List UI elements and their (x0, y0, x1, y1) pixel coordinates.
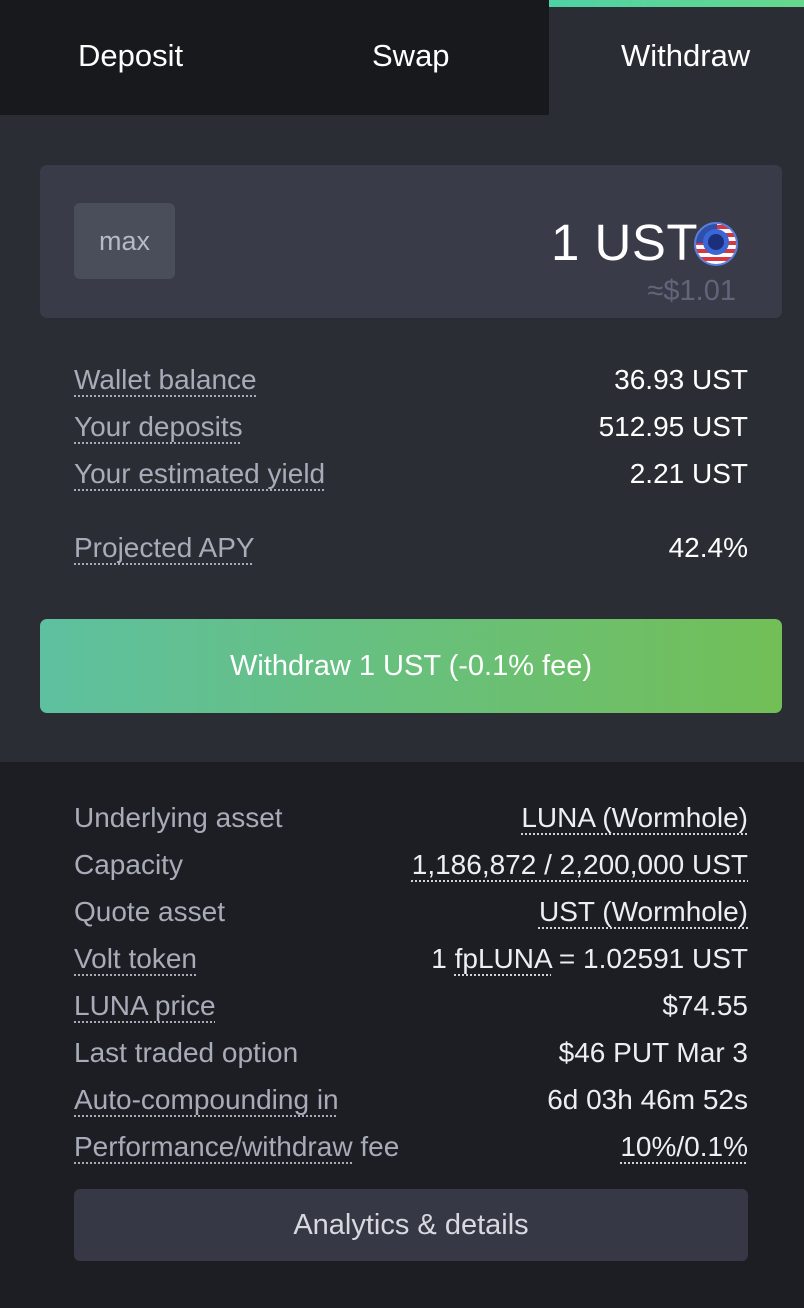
tab-swap[interactable]: Swap (372, 38, 450, 74)
volt-token-link[interactable]: fpLUNA (455, 943, 552, 974)
stat-label[interactable]: Your deposits (74, 411, 243, 443)
underlying-asset-link[interactable]: LUNA (Wormhole) (521, 802, 748, 833)
tab-deposit[interactable]: Deposit (78, 38, 183, 74)
analytics-details-button[interactable]: Analytics & details (74, 1189, 748, 1261)
volt-token-suffix: = 1.02591 UST (551, 943, 748, 974)
stat-label[interactable]: Projected APY (74, 532, 255, 564)
stat-value: 2.21 UST (629, 458, 748, 489)
detail-value: 6d 03h 46m 52s (547, 1084, 748, 1115)
detail-label[interactable]: Volt token (74, 943, 197, 975)
volt-token-prefix: 1 (431, 943, 455, 974)
detail-fee: Performance/withdraw fee 10%/0.1% (74, 1131, 748, 1169)
stat-label[interactable]: Your estimated yield (74, 458, 325, 490)
detail-value-wrapper: UST (Wormhole) (539, 896, 748, 928)
detail-underlying-asset: Underlying asset LUNA (Wormhole) (74, 802, 748, 840)
stat-value: 36.93 UST (614, 364, 748, 395)
detail-quote-asset: Quote asset UST (Wormhole) (74, 896, 748, 934)
detail-last-traded-option: Last traded option $46 PUT Mar 3 (74, 1037, 748, 1075)
stat-value: 512.95 UST (598, 411, 748, 442)
detail-label: Capacity (74, 849, 183, 880)
quote-asset-link[interactable]: UST (Wormhole) (539, 896, 748, 927)
detail-label: Last traded option (74, 1037, 299, 1068)
detail-label[interactable]: LUNA price (74, 990, 216, 1022)
detail-value: $74.55 (662, 990, 748, 1021)
tab-withdraw[interactable]: Withdraw (621, 38, 750, 74)
fee-label-link[interactable]: Performance/withdraw (74, 1131, 353, 1162)
detail-value-wrapper: 1,186,872 / 2,200,000 UST (412, 849, 748, 881)
stat-value: 42.4% (668, 532, 748, 563)
stat-estimated-yield: Your estimated yield 2.21 UST (74, 458, 748, 496)
detail-value: $46 PUT Mar 3 (558, 1037, 748, 1068)
usd-estimate: ≈$1.01 (647, 275, 737, 307)
detail-value-wrapper: 10%/0.1% (620, 1131, 748, 1163)
fee-label-suffix: fee (352, 1131, 400, 1162)
detail-label: Underlying asset (74, 802, 283, 833)
stat-label[interactable]: Wallet balance (74, 364, 257, 396)
detail-volt-token: Volt token 1 fpLUNA = 1.02591 UST (74, 943, 748, 981)
tab-active-indicator (549, 0, 804, 7)
detail-label[interactable]: Auto-compounding in (74, 1084, 339, 1116)
fee-value[interactable]: 10%/0.1% (620, 1131, 748, 1162)
detail-luna-price: LUNA price $74.55 (74, 990, 748, 1028)
withdraw-button[interactable]: Withdraw 1 UST (-0.1% fee) (40, 619, 782, 713)
stat-projected-apy: Projected APY 42.4% (74, 532, 748, 570)
stat-wallet-balance: Wallet balance 36.93 UST (74, 364, 748, 402)
amount-input-box[interactable]: max 1 UST ≈$1.01 (40, 165, 782, 318)
max-button[interactable]: max (74, 203, 175, 279)
ust-flag-icon (694, 222, 738, 266)
detail-label: Performance/withdraw fee (74, 1131, 399, 1163)
amount-input[interactable]: 1 UST (551, 213, 698, 272)
detail-auto-compounding: Auto-compounding in 6d 03h 46m 52s (74, 1084, 748, 1122)
detail-label: Quote asset (74, 896, 225, 927)
detail-value-wrapper: 1 fpLUNA = 1.02591 UST (431, 943, 748, 975)
tab-bar: Deposit Swap Withdraw (0, 0, 804, 115)
detail-value-wrapper: LUNA (Wormhole) (521, 802, 748, 834)
capacity-value[interactable]: 1,186,872 / 2,200,000 UST (412, 849, 748, 880)
stat-your-deposits: Your deposits 512.95 UST (74, 411, 748, 449)
detail-capacity: Capacity 1,186,872 / 2,200,000 UST (74, 849, 748, 887)
